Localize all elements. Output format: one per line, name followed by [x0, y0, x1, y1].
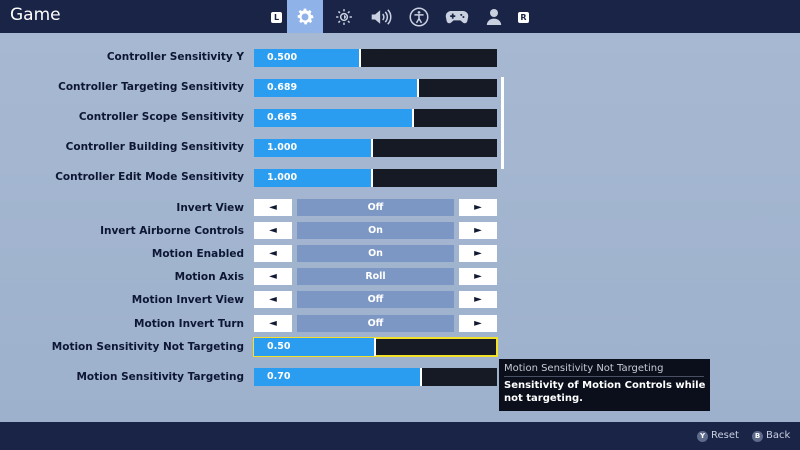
slider-value: 1.000 [267, 142, 298, 153]
controller-targeting-sensitivity-slider[interactable]: 0.689 [254, 79, 497, 97]
brightness-icon [336, 8, 352, 25]
invert-view-left-arrow[interactable]: ◄ [254, 199, 292, 216]
tooltip-title: Motion Sensitivity Not Targeting [504, 363, 664, 374]
tab-account[interactable] [482, 0, 506, 33]
y-button-icon: Y [697, 431, 708, 442]
back-button[interactable]: Back [766, 430, 790, 441]
invert-view-value: Off [297, 199, 454, 216]
motion-invert-turn-value: Off [297, 315, 454, 332]
motion-sensitivity-not-targeting-slider[interactable]: 0.50 [253, 337, 498, 357]
invert-airborne-right-arrow[interactable]: ► [459, 222, 497, 239]
controller-scope-sensitivity-slider[interactable]: 0.665 [254, 109, 497, 127]
gamepad-icon [445, 10, 469, 23]
bottom-bar: Y Reset B Back [0, 422, 800, 450]
slider-value: 1.000 [267, 172, 298, 183]
slider-value: 0.500 [267, 52, 298, 63]
speaker-icon [371, 8, 392, 25]
motion-enabled-value: On [297, 245, 454, 262]
page-title: Game [10, 5, 61, 25]
tab-accessibility[interactable] [405, 0, 433, 33]
reset-button[interactable]: Reset [711, 430, 739, 441]
accessibility-icon [409, 7, 429, 26]
row-label: Controller Targeting Sensitivity [58, 81, 244, 93]
row-label: Controller Building Sensitivity [65, 141, 244, 153]
motion-invert-view-right-arrow[interactable]: ► [459, 291, 497, 308]
slider-value: 0.689 [267, 82, 298, 93]
setting-tooltip: Motion Sensitivity Not Targeting Sensiti… [499, 359, 710, 411]
row-label: Motion Invert View [131, 294, 244, 306]
row-label: Invert Airborne Controls [100, 225, 244, 237]
row-label: Controller Sensitivity Y [106, 51, 244, 63]
gear-icon [297, 8, 314, 24]
motion-enabled-left-arrow[interactable]: ◄ [254, 245, 292, 262]
b-button-icon: B [752, 431, 763, 442]
row-label: Invert View [176, 202, 244, 214]
scrollbar[interactable] [501, 77, 504, 169]
motion-axis-left-arrow[interactable]: ◄ [254, 268, 292, 285]
row-label: Controller Edit Mode Sensitivity [55, 171, 244, 183]
tab-game[interactable] [287, 0, 323, 33]
right-bumper-hint: R [518, 12, 529, 23]
invert-airborne-left-arrow[interactable]: ◄ [254, 222, 292, 239]
motion-invert-view-left-arrow[interactable]: ◄ [254, 291, 292, 308]
top-bar: Game L R [0, 0, 800, 33]
row-label: Controller Scope Sensitivity [78, 111, 244, 123]
tooltip-description: Sensitivity of Motion Controls while not… [504, 380, 706, 404]
invert-view-right-arrow[interactable]: ► [459, 199, 497, 216]
tab-brightness[interactable] [330, 0, 358, 33]
slider-value: 0.70 [267, 371, 291, 382]
row-label: Motion Sensitivity Not Targeting [51, 341, 244, 353]
slider-value: 0.50 [267, 341, 291, 352]
user-icon [486, 8, 502, 25]
controller-sensitivity-y-slider[interactable]: 0.500 [254, 49, 497, 67]
left-bumper-hint: L [271, 12, 282, 23]
motion-invert-turn-right-arrow[interactable]: ► [459, 315, 497, 332]
controller-building-sensitivity-slider[interactable]: 1.000 [254, 139, 497, 157]
motion-invert-view-value: Off [297, 291, 454, 308]
row-label: Motion Sensitivity Targeting [76, 371, 244, 383]
motion-axis-right-arrow[interactable]: ► [459, 268, 497, 285]
motion-invert-turn-left-arrow[interactable]: ◄ [254, 315, 292, 332]
row-label: Motion Enabled [151, 248, 244, 260]
slider-value: 0.665 [267, 112, 298, 123]
tab-controller[interactable] [442, 0, 472, 33]
tab-audio[interactable] [366, 0, 396, 33]
row-label: Motion Axis [174, 271, 244, 283]
tooltip-divider [504, 376, 704, 377]
motion-axis-value: Roll [297, 268, 454, 285]
invert-airborne-value: On [297, 222, 454, 239]
motion-sensitivity-targeting-slider[interactable]: 0.70 [254, 368, 497, 386]
controller-edit-mode-sensitivity-slider[interactable]: 1.000 [254, 169, 497, 187]
row-label: Motion Invert Turn [134, 318, 244, 330]
motion-enabled-right-arrow[interactable]: ► [459, 245, 497, 262]
